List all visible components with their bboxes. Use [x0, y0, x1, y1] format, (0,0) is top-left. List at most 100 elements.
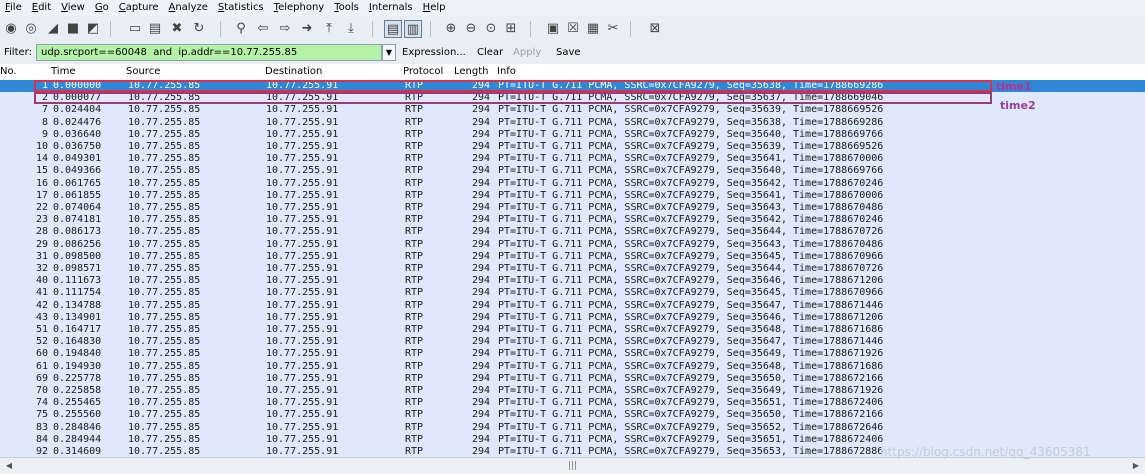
packet-no: 14	[35, 153, 48, 165]
column-header-length[interactable]: Length	[454, 65, 489, 79]
restart-capture-icon[interactable]: ◩	[84, 20, 102, 38]
scroll-grip-icon[interactable]: |||	[568, 461, 577, 471]
open-file-icon[interactable]: ▭	[126, 20, 144, 38]
menu-view[interactable]: View	[56, 0, 90, 16]
filter-input[interactable]: udp.srcport==60048 and ip.addr==10.77.25…	[36, 44, 382, 61]
packet-source: 10.77.255.85	[128, 226, 201, 238]
menu-telephony[interactable]: Telephony	[269, 0, 330, 16]
expression-button[interactable]: Expression...	[402, 42, 466, 64]
go-forward-icon[interactable]: ⇨	[276, 20, 294, 38]
column-header-no[interactable]: No.	[0, 65, 17, 79]
packet-row[interactable]: 41 0.111754 10.77.255.85 10.77.255.91 RTP 294…	[0, 287, 1145, 300]
column-header-info[interactable]: Info	[497, 65, 516, 79]
menu-file[interactable]: File	[0, 0, 27, 16]
packet-row[interactable]: 42 0.134788 10.77.255.85 10.77.255.91 RTP 294…	[0, 299, 1145, 312]
packet-row[interactable]: 10 0.036750 10.77.255.85 10.77.255.91 RTP 294…	[0, 141, 1145, 154]
toolbar-separator	[530, 21, 531, 37]
interface-list-icon[interactable]: ◉	[2, 20, 20, 38]
packet-no: 61	[35, 360, 48, 372]
column-header-protocol[interactable]: Protocol	[403, 65, 443, 79]
packet-row[interactable]: 69 0.225778 10.77.255.85 10.77.255.91 RTP 294…	[0, 372, 1145, 385]
horizontal-scrollbar[interactable]: ◀ ||| ▶	[0, 457, 1145, 474]
stop-capture-icon[interactable]: ■	[64, 20, 82, 38]
column-header-time[interactable]: Time	[51, 65, 75, 79]
go-first-icon[interactable]: ⤒	[320, 20, 338, 38]
scroll-left-icon[interactable]: ◀	[2, 460, 16, 472]
menu-help[interactable]: Help	[418, 0, 451, 16]
menu-internals[interactable]: Internals	[364, 0, 418, 16]
packet-row[interactable]: 22 0.074064 10.77.255.85 10.77.255.91 RTP 294…	[0, 202, 1145, 215]
scroll-right-icon[interactable]: ▶	[1129, 460, 1143, 472]
reload-icon[interactable]: ↻	[190, 20, 208, 38]
packet-row[interactable]: 51 0.164717 10.77.255.85 10.77.255.91 RTP 294…	[0, 324, 1145, 337]
packet-row[interactable]: 17 0.061855 10.77.255.85 10.77.255.91 RTP 294…	[0, 189, 1145, 202]
packet-row[interactable]: 31 0.098500 10.77.255.85 10.77.255.91 RTP 294…	[0, 250, 1145, 263]
packet-row[interactable]: 83 0.284846 10.77.255.85 10.77.255.91 RTP 294…	[0, 421, 1145, 434]
packet-row[interactable]: 61 0.194930 10.77.255.85 10.77.255.91 RTP 294…	[0, 360, 1145, 373]
toolbar-separator	[630, 21, 631, 37]
zoom-normal-icon[interactable]: ⊙	[482, 20, 500, 38]
find-packet-icon[interactable]: ⚲	[232, 20, 250, 38]
close-file-icon[interactable]: ✖	[168, 20, 186, 38]
coloring-rules-icon[interactable]: ▦	[584, 20, 602, 38]
save-filter-button[interactable]: Save	[556, 42, 581, 64]
packet-destination: 10.77.255.91	[266, 446, 339, 457]
apply-button[interactable]: Apply	[513, 42, 541, 64]
packet-row[interactable]: 8 0.024476 10.77.255.85 10.77.255.91 RTP 294 P…	[0, 116, 1145, 129]
packet-time: 0.049366	[53, 165, 102, 177]
go-to-packet-icon[interactable]: ➜	[298, 20, 316, 38]
packet-row[interactable]: 74 0.255465 10.77.255.85 10.77.255.91 RTP 294…	[0, 397, 1145, 410]
toolbar-separator	[372, 21, 373, 37]
packet-row[interactable]: 40 0.111673 10.77.255.85 10.77.255.91 RTP 294…	[0, 275, 1145, 288]
packet-source: 10.77.255.85	[128, 446, 201, 457]
packet-row[interactable]: 32 0.098571 10.77.255.85 10.77.255.91 RTP 294…	[0, 263, 1145, 276]
packet-destination: 10.77.255.91	[266, 128, 339, 140]
filter-dropdown-button[interactable]: ▼	[382, 44, 396, 61]
packet-length: 294	[471, 104, 490, 116]
column-header-source[interactable]: Source	[126, 65, 160, 79]
menu-tools[interactable]: Tools	[329, 0, 364, 16]
packet-row[interactable]: 75 0.255560 10.77.255.85 10.77.255.91 RTP 294…	[0, 409, 1145, 422]
preferences-icon[interactable]: ✂	[604, 20, 622, 38]
packet-row[interactable]: 29 0.086256 10.77.255.85 10.77.255.91 RTP 294…	[0, 238, 1145, 251]
column-header-destination[interactable]: Destination	[265, 65, 322, 79]
save-file-icon[interactable]: ▤	[146, 20, 164, 38]
help-icon[interactable]: ⊠	[646, 20, 664, 38]
start-capture-icon[interactable]: ◢	[44, 20, 62, 38]
packet-row[interactable]: 70 0.225858 10.77.255.85 10.77.255.91 RTP 294…	[0, 385, 1145, 398]
capture-filters-icon[interactable]: ▣	[544, 20, 562, 38]
packet-row[interactable]: 28 0.086173 10.77.255.85 10.77.255.91 RTP 294…	[0, 226, 1145, 239]
colorize-icon[interactable]: ▤	[384, 20, 402, 38]
packet-info: PT=ITU-T G.711 PCMA, SSRC=0x7CFA9279, Se…	[498, 446, 884, 457]
packet-source: 10.77.255.85	[128, 299, 201, 311]
autoscroll-icon[interactable]: ▥	[404, 20, 422, 38]
resize-columns-icon[interactable]: ⊞	[502, 20, 520, 38]
go-back-icon[interactable]: ⇦	[254, 20, 272, 38]
menu-go[interactable]: Go	[90, 0, 114, 16]
packet-protocol: RTP	[405, 238, 424, 250]
packet-protocol: RTP	[405, 202, 424, 213]
packet-row[interactable]: 7 0.024404 10.77.255.85 10.77.255.91 RTP 294 P…	[0, 104, 1145, 117]
packet-row[interactable]: 23 0.074181 10.77.255.85 10.77.255.91 RTP 294…	[0, 214, 1145, 227]
menu-edit[interactable]: Edit	[27, 0, 56, 16]
menu-statistics[interactable]: Statistics	[213, 0, 269, 16]
packet-row[interactable]: 9 0.036640 10.77.255.85 10.77.255.91 RTP 294 P…	[0, 128, 1145, 141]
go-last-icon[interactable]: ⤓	[342, 20, 360, 38]
packet-source: 10.77.255.85	[128, 104, 201, 116]
packet-time: 0.314609	[53, 446, 102, 457]
packet-row[interactable]: 52 0.164830 10.77.255.85 10.77.255.91 RTP 294…	[0, 336, 1145, 349]
display-filters-icon[interactable]: ☒	[564, 20, 582, 38]
zoom-out-icon[interactable]: ⊖	[462, 20, 480, 38]
packet-protocol: RTP	[405, 104, 424, 116]
packet-row[interactable]: 60 0.194840 10.77.255.85 10.77.255.91 RTP 294…	[0, 348, 1145, 361]
clear-button[interactable]: Clear	[477, 42, 503, 64]
zoom-in-icon[interactable]: ⊕	[442, 20, 460, 38]
packet-protocol: RTP	[405, 214, 424, 226]
packet-row[interactable]: 14 0.049301 10.77.255.85 10.77.255.91 RTP 294…	[0, 153, 1145, 166]
menu-analyze[interactable]: Analyze	[164, 0, 213, 16]
packet-row[interactable]: 16 0.061765 10.77.255.85 10.77.255.91 RTP 294…	[0, 177, 1145, 190]
packet-row[interactable]: 15 0.049366 10.77.255.85 10.77.255.91 RTP 294…	[0, 165, 1145, 178]
menu-capture[interactable]: Capture	[114, 0, 164, 16]
capture-options-icon[interactable]: ◎	[22, 20, 40, 38]
packet-row[interactable]: 43 0.134901 10.77.255.85 10.77.255.91 RTP 294…	[0, 311, 1145, 324]
